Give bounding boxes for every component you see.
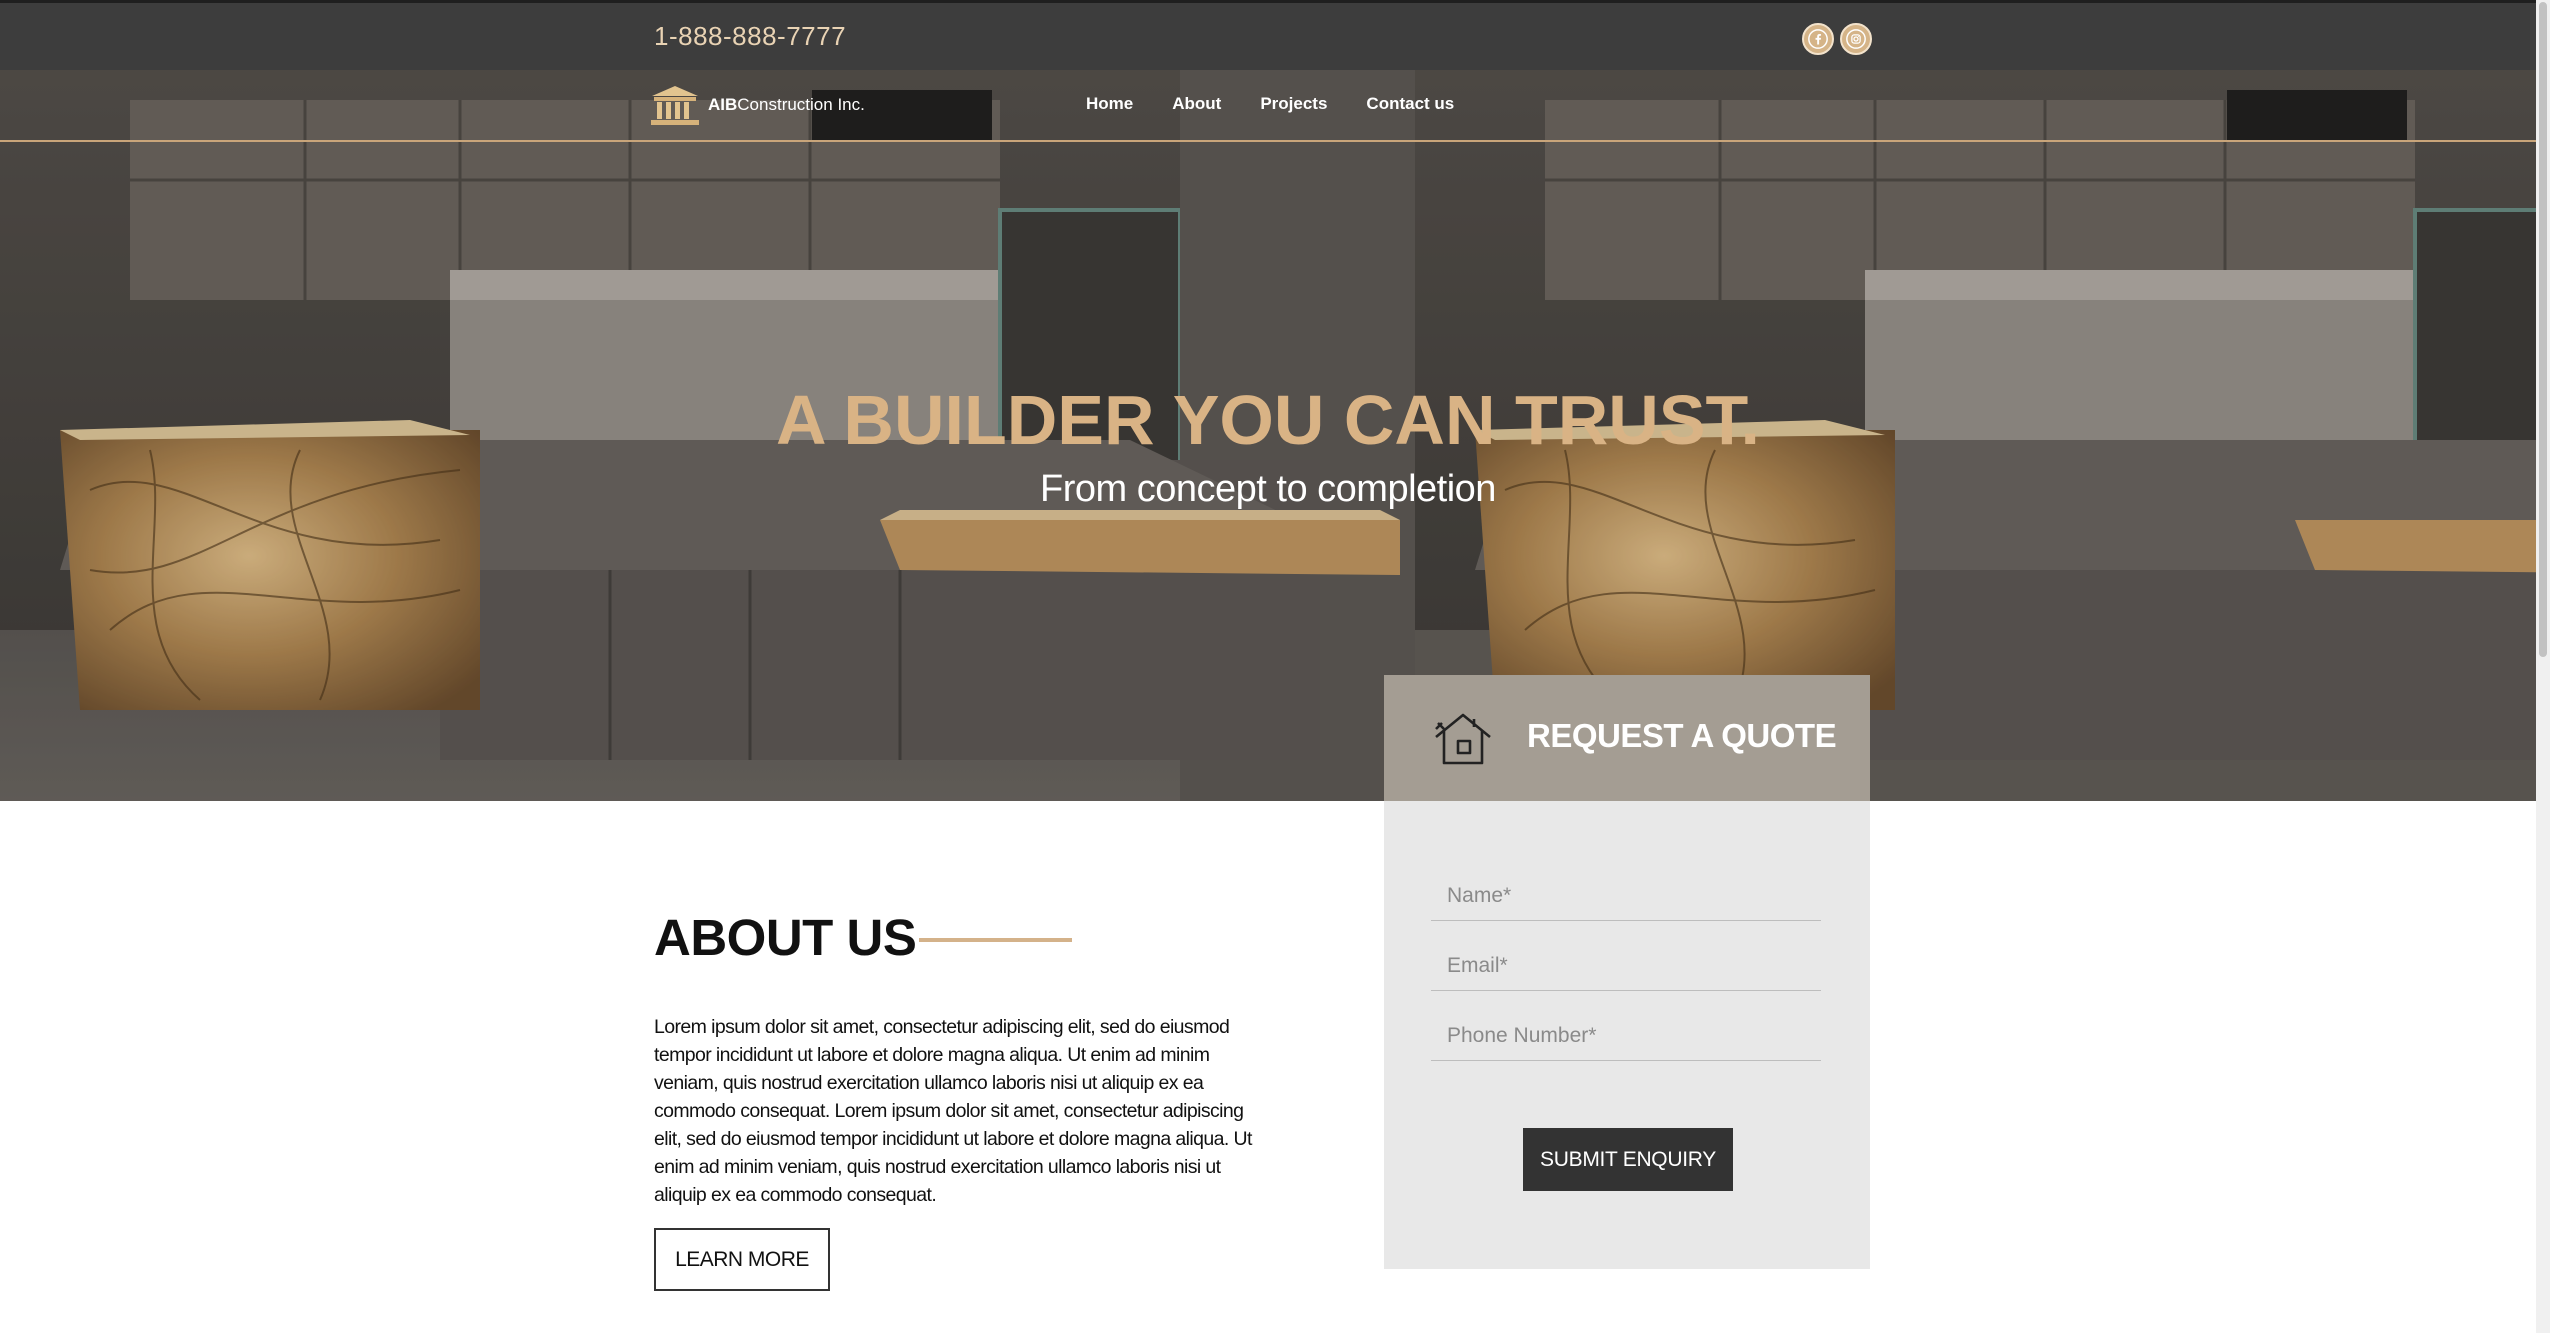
nav-item-projects[interactable]: Projects xyxy=(1260,94,1327,114)
quote-card-header: REQUEST A QUOTE xyxy=(1384,675,1870,801)
page-scrollbar[interactable] xyxy=(2536,0,2550,1333)
about-title: ABOUT US xyxy=(654,909,917,966)
top-bar: 1-888-888-7777 xyxy=(0,0,2536,70)
logo-text: AIBConstruction Inc. xyxy=(708,95,865,115)
nav-item-contact[interactable]: Contact us xyxy=(1366,94,1454,114)
hero-section: AIBConstruction Inc. Home About Projects… xyxy=(0,70,2536,801)
nav-item-home[interactable]: Home xyxy=(1086,94,1133,114)
instagram-icon[interactable] xyxy=(1840,23,1872,55)
scrollbar-thumb[interactable] xyxy=(2539,2,2547,657)
submit-enquiry-button[interactable]: SUBMIT ENQUIRY xyxy=(1523,1128,1733,1191)
page: 1-888-888-7777 AIBConstruction Inc. Home… xyxy=(0,0,2550,1333)
logo-text-rest: Construction Inc. xyxy=(737,95,865,114)
about-divider xyxy=(919,938,1072,942)
about-body: Lorem ipsum dolor sit amet, consectetur … xyxy=(654,1016,1252,1206)
quote-form: SUBMIT ENQUIRY xyxy=(1384,801,1870,1269)
quote-title: REQUEST A QUOTE xyxy=(1527,717,1837,754)
nav-item-about[interactable]: About xyxy=(1172,94,1221,114)
learn-more-button[interactable]: LEARN MORE xyxy=(654,1228,830,1291)
hero-title: A BUILDER YOU CAN TRUST. xyxy=(776,381,1760,459)
logo-text-bold: AIB xyxy=(708,95,738,114)
name-field[interactable] xyxy=(1431,871,1821,921)
email-field[interactable] xyxy=(1431,941,1821,991)
phone-field[interactable] xyxy=(1431,1011,1821,1061)
phone-number[interactable]: 1-888-888-7777 xyxy=(654,21,846,52)
hero-subtitle: From concept to completion xyxy=(1040,468,1496,510)
site-logo[interactable]: AIBConstruction Inc. xyxy=(648,84,865,126)
house-tools-icon xyxy=(1435,713,1491,765)
nav-menu: Home About Projects Contact us xyxy=(1086,94,1493,114)
facebook-icon[interactable] xyxy=(1802,23,1834,55)
building-icon xyxy=(651,86,699,125)
main-navbar: AIBConstruction Inc. Home About Projects… xyxy=(0,70,2536,142)
